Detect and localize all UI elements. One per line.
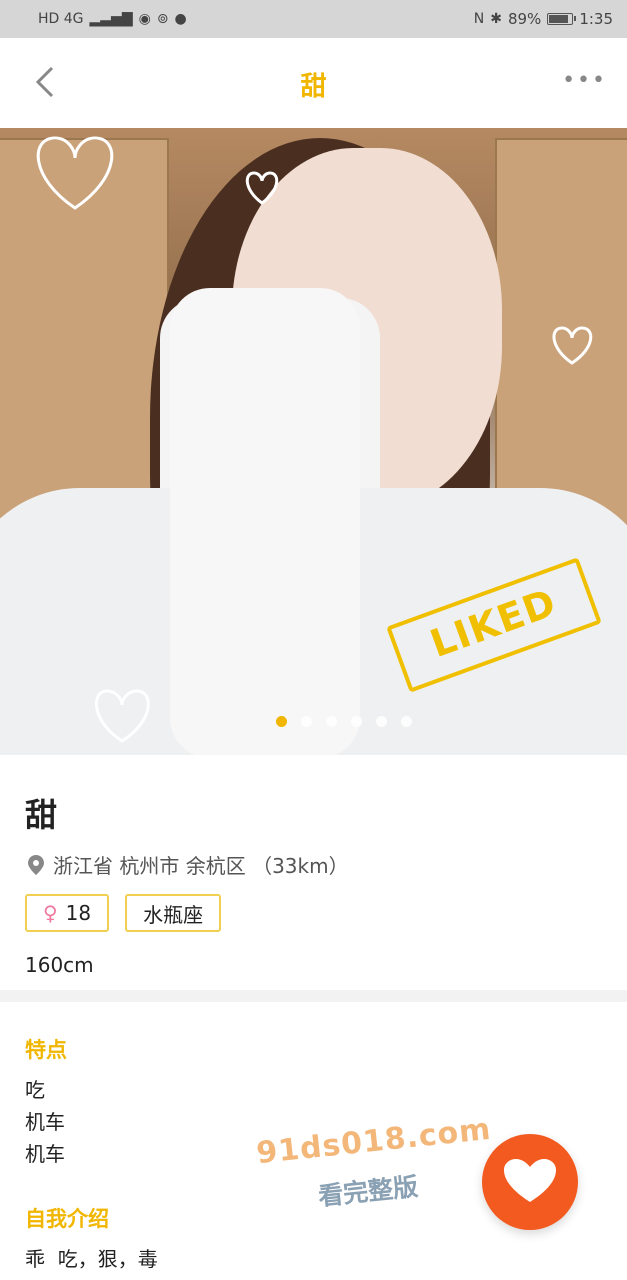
- traits-title: 特点: [25, 1038, 67, 1062]
- more-options-icon[interactable]: •••: [562, 68, 607, 93]
- trait-item: 机车: [25, 1142, 65, 1166]
- height-value: 160cm: [25, 953, 94, 977]
- location-pin-icon: [28, 854, 44, 875]
- age-value: 18: [65, 901, 92, 925]
- status-bar-left: HD 4G ▂▃▅▇ ◉ ⊚ ●: [38, 12, 187, 26]
- network-indicator: HD 4G: [38, 11, 84, 27]
- status-bar: HD 4G ▂▃▅▇ ◉ ⊚ ● N ✱ 89% 1:35: [0, 0, 627, 38]
- section-divider: [0, 990, 627, 1002]
- chat-icon: ●: [174, 11, 187, 27]
- header: 甜 •••: [0, 38, 627, 128]
- location-text: 浙江省 杭州市 余杭区 （33km）: [53, 854, 349, 878]
- battery-percent: 89%: [507, 10, 542, 28]
- age-tag: ♀ 18: [25, 894, 110, 932]
- intro-text: 乖 吃，狠，毒: [25, 1247, 158, 1271]
- zodiac-tag: 水瓶座: [125, 894, 222, 932]
- tag-row: ♀ 18 水瓶座: [25, 894, 222, 932]
- bluetooth-icon: ✱: [490, 11, 502, 27]
- heart-icon: [504, 1159, 556, 1202]
- page-title: 甜: [300, 72, 327, 102]
- clock: 1:35: [579, 10, 613, 28]
- battery-icon: [547, 13, 577, 25]
- heart-sticker-icon: [36, 136, 114, 210]
- pager-dot[interactable]: [400, 716, 412, 727]
- heart-sticker-icon: [245, 171, 279, 205]
- profile-name: 甜: [25, 796, 58, 834]
- pager-dot[interactable]: [300, 716, 312, 727]
- trait-item: 机车: [25, 1110, 65, 1134]
- pager-dot[interactable]: [350, 716, 362, 727]
- intro-title: 自我介绍: [25, 1207, 109, 1231]
- weibo-icon: ◉: [138, 11, 151, 27]
- status-bar-right: N ✱ 89% 1:35: [474, 10, 613, 28]
- watermark-caption: 看完整版: [316, 1171, 420, 1212]
- pager-dot[interactable]: [325, 716, 337, 727]
- heart-sticker-icon: [552, 326, 593, 365]
- nfc-icon: N: [473, 11, 485, 27]
- profile-photo[interactable]: [0, 128, 627, 755]
- pager-dot[interactable]: [275, 716, 287, 727]
- sync-icon: ⊚: [156, 11, 169, 27]
- female-icon: ♀: [43, 901, 58, 925]
- signal-icon: ▂▃▅▇: [89, 11, 133, 27]
- photo-pager[interactable]: [0, 716, 627, 727]
- sleeve-front: [170, 288, 360, 755]
- like-button[interactable]: [482, 1134, 578, 1230]
- trait-item: 吃: [25, 1078, 45, 1102]
- pager-dot[interactable]: [375, 716, 387, 727]
- watermark-url: 91ds018.com: [254, 1111, 493, 1172]
- location-row: 浙江省 杭州市 余杭区 （33km）: [27, 850, 349, 879]
